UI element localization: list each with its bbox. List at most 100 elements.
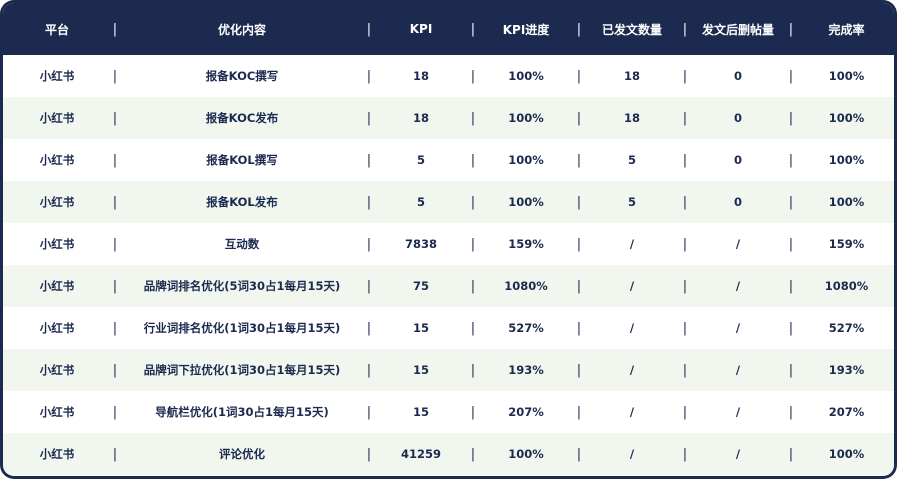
header-row: 平台 | 优化内容 | KPI | KPI进度 | 已发文数量 | 发文后删帖量…	[3, 3, 894, 55]
table-row: 小红书 | 品牌词下拉优化(1词30占1每月15天) | 15 | 193% |…	[3, 349, 894, 391]
column-separator: |	[682, 236, 688, 252]
cell-kpi-progress: 100%	[508, 153, 544, 167]
cell-kpi-progress: 100%	[508, 69, 544, 83]
cell-deleted-count: 0	[733, 69, 742, 83]
cell-platform: 小红书	[39, 153, 75, 167]
cell-deleted-count: /	[735, 321, 741, 335]
column-separator: |	[470, 194, 476, 210]
cell-deleted-count: /	[735, 447, 741, 461]
cell-content: 报备KOL发布	[206, 195, 278, 209]
table-row: 小红书 | 导航栏优化(1词30占1每月15天) | 15 | 207% | /…	[3, 391, 894, 433]
table-container: 平台 | 优化内容 | KPI | KPI进度 | 已发文数量 | 发文后删帖量…	[3, 3, 894, 476]
column-separator: |	[366, 152, 372, 168]
column-separator: |	[112, 446, 118, 462]
column-separator: |	[366, 320, 372, 336]
column-separator: |	[682, 110, 688, 126]
column-separator: |	[366, 68, 372, 84]
column-separator: |	[682, 404, 688, 420]
cell-content: 导航栏优化(1词30占1每月15天)	[155, 405, 329, 419]
cell-content: 品牌词排名优化(5词30占1每月15天)	[143, 279, 341, 293]
cell-completion-rate: 193%	[828, 363, 865, 377]
header-content: 优化内容	[217, 22, 266, 37]
table-frame: 平台 | 优化内容 | KPI | KPI进度 | 已发文数量 | 发文后删帖量…	[0, 0, 897, 479]
cell-kpi-progress: 1080%	[504, 279, 548, 293]
column-separator: |	[470, 278, 476, 294]
cell-platform: 小红书	[39, 447, 75, 461]
cell-sent-count: /	[629, 405, 635, 419]
cell-kpi-progress: 100%	[508, 447, 544, 461]
column-separator: |	[470, 68, 476, 84]
column-separator: |	[470, 21, 476, 37]
column-separator: |	[576, 278, 582, 294]
cell-kpi: 18	[412, 111, 429, 125]
cell-sent-count: /	[629, 279, 635, 293]
column-separator: |	[112, 236, 118, 252]
cell-platform: 小红书	[39, 279, 75, 293]
column-separator: |	[788, 21, 794, 37]
column-separator: |	[366, 278, 372, 294]
column-separator: |	[366, 236, 372, 252]
cell-kpi-progress: 100%	[508, 111, 544, 125]
column-separator: |	[788, 404, 794, 420]
column-separator: |	[682, 320, 688, 336]
cell-kpi: 75	[412, 279, 429, 293]
cell-platform: 小红书	[39, 405, 75, 419]
cell-completion-rate: 100%	[828, 69, 865, 83]
column-separator: |	[112, 320, 118, 336]
column-separator: |	[112, 68, 118, 84]
column-separator: |	[112, 110, 118, 126]
cell-content: 品牌词下拉优化(1词30占1每月15天)	[143, 363, 341, 377]
column-separator: |	[366, 362, 372, 378]
column-separator: |	[576, 236, 582, 252]
cell-sent-count: 18	[623, 69, 640, 83]
column-separator: |	[576, 152, 582, 168]
cell-kpi-progress: 207%	[508, 405, 544, 419]
cell-completion-rate: 207%	[828, 405, 865, 419]
column-separator: |	[470, 152, 476, 168]
cell-deleted-count: 0	[733, 153, 742, 167]
column-separator: |	[366, 110, 372, 126]
cell-kpi-progress: 159%	[508, 237, 544, 251]
cell-deleted-count: /	[735, 405, 741, 419]
column-separator: |	[682, 194, 688, 210]
column-separator: |	[788, 320, 794, 336]
column-separator: |	[112, 362, 118, 378]
cell-content: 报备KOL撰写	[206, 153, 278, 167]
column-separator: |	[112, 278, 118, 294]
cell-content: 评论优化	[219, 447, 265, 461]
header-deleted-count: 发文后删帖量	[701, 22, 774, 37]
column-separator: |	[788, 68, 794, 84]
column-separator: |	[788, 236, 794, 252]
column-separator: |	[366, 446, 372, 462]
column-separator: |	[470, 320, 476, 336]
table-row: 小红书 | 报备KOL撰写 | 5 | 100% | 5 | 0 | 100%	[3, 139, 894, 181]
cell-sent-count: /	[629, 321, 635, 335]
cell-deleted-count: /	[735, 237, 741, 251]
cell-platform: 小红书	[39, 237, 75, 251]
column-separator: |	[682, 152, 688, 168]
kpi-table: 平台 | 优化内容 | KPI | KPI进度 | 已发文数量 | 发文后删帖量…	[3, 3, 894, 475]
column-separator: |	[366, 194, 372, 210]
cell-completion-rate: 527%	[828, 321, 865, 335]
cell-platform: 小红书	[39, 69, 75, 83]
header-sent-count: 已发文数量	[601, 22, 662, 37]
column-separator: |	[576, 68, 582, 84]
column-separator: |	[470, 446, 476, 462]
column-separator: |	[366, 404, 372, 420]
cell-content: 行业词排名优化(1词30占1每月15天)	[143, 321, 341, 335]
cell-kpi-progress: 193%	[508, 363, 544, 377]
header-platform: 平台	[44, 22, 69, 37]
cell-deleted-count: /	[735, 279, 741, 293]
column-separator: |	[682, 446, 688, 462]
cell-sent-count: 5	[627, 195, 636, 209]
cell-kpi: 41259	[400, 447, 441, 461]
cell-sent-count: /	[629, 237, 635, 251]
column-separator: |	[788, 362, 794, 378]
cell-kpi-progress: 100%	[508, 195, 544, 209]
cell-deleted-count: 0	[733, 195, 742, 209]
cell-completion-rate: 100%	[828, 195, 865, 209]
cell-deleted-count: 0	[733, 111, 742, 125]
cell-sent-count: /	[629, 363, 635, 377]
cell-kpi: 15	[412, 321, 429, 335]
column-separator: |	[112, 152, 118, 168]
